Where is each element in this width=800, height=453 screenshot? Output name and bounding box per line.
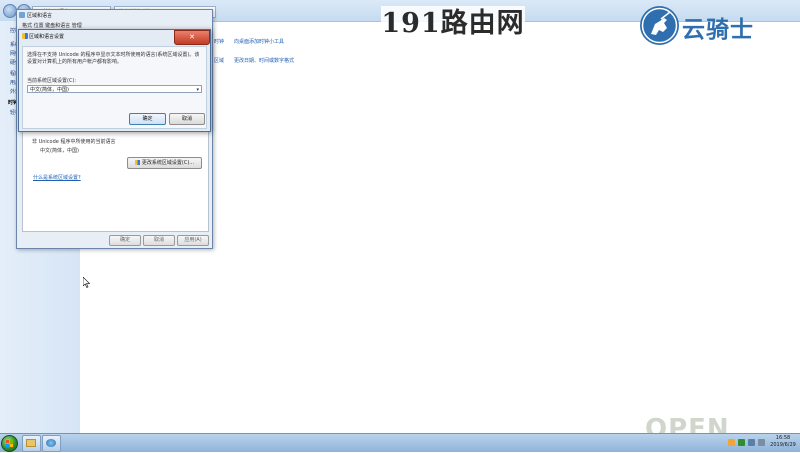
chevron-down-icon: ▾	[196, 87, 199, 93]
tray-warning-icon[interactable]	[728, 439, 735, 446]
back-button[interactable]	[3, 4, 17, 18]
locale-description: 选择在不支持 Unicode 的程序中显示文本时所使用的语言(系统区域设置)。该…	[27, 52, 200, 65]
link-add-clock-gadget[interactable]: 向桌面添加时钟小工具	[234, 38, 284, 45]
close-button[interactable]: ✕	[174, 30, 210, 45]
clock-time: 16:58	[775, 435, 791, 441]
dialog-body: 选择在不支持 Unicode 的程序中显示文本时所使用的语言(系统区域设置)。该…	[22, 46, 207, 129]
dialog-title: 区域和语言	[27, 13, 53, 19]
shield-icon	[134, 160, 140, 165]
volume-icon[interactable]	[758, 439, 765, 446]
clock-date: 2019/6/29	[770, 442, 796, 448]
taskbar: 16:58 2019/6/29	[0, 433, 800, 452]
close-icon: ✕	[189, 33, 195, 41]
globe-icon	[19, 12, 25, 18]
apply-button[interactable]: 应用(A)	[177, 235, 209, 246]
site-watermark: 191路由网	[381, 6, 525, 42]
selected-locale: 中文(简体，中国)	[30, 87, 69, 93]
brand-watermark: 云骑士	[682, 17, 754, 43]
shield-icon	[22, 33, 28, 39]
mouse-cursor-icon	[82, 276, 91, 290]
cancel-button[interactable]: 取消	[169, 113, 205, 125]
windows-logo-icon	[6, 440, 13, 447]
system-locale-help-link[interactable]: 什么是系统区域设置?	[33, 174, 81, 181]
system-clock[interactable]: 16:58 2019/6/29	[769, 435, 797, 449]
region-settings-dialog: 区域和语言设置 ✕ 选择在不支持 Unicode 的程序中显示文本时所使用的语言…	[18, 29, 211, 132]
ok-button[interactable]: 确定	[109, 235, 141, 246]
taskbar-item-control-panel[interactable]	[42, 435, 61, 452]
system-locale-select[interactable]: 中文(简体，中国) ▾	[27, 85, 202, 93]
locale-select-label: 当前系统区域设置(C):	[27, 78, 77, 84]
folder-icon	[26, 439, 36, 447]
current-locale-value: 中文(简体，中国)	[40, 148, 79, 154]
link-region[interactable]: 区域	[214, 57, 224, 64]
change-system-locale-label: 更改系统区域设置(C)...	[141, 160, 195, 166]
unicode-section-label: 非 Unicode 程序中所使用的当前语言	[32, 139, 116, 145]
tray-security-icon[interactable]	[738, 439, 745, 446]
start-button[interactable]	[1, 435, 18, 452]
globe-icon	[46, 439, 56, 447]
taskbar-item-explorer[interactable]	[22, 435, 41, 452]
link-change-date-format[interactable]: 更改日期、时间或数字格式	[234, 57, 294, 64]
cancel-button[interactable]: 取消	[143, 235, 175, 246]
admin-panel: 非 Unicode 程序中所使用的当前语言 中文(简体，中国) 更改系统区域设置…	[22, 130, 209, 232]
dialog-title: 区域和语言设置	[29, 34, 65, 40]
knight-logo-icon	[640, 6, 679, 45]
network-icon[interactable]	[748, 439, 755, 446]
change-system-locale-button[interactable]: 更改系统区域设置(C)...	[127, 157, 202, 169]
link-clock[interactable]: 时钟	[214, 38, 224, 45]
ok-button[interactable]: 确定	[129, 113, 166, 125]
